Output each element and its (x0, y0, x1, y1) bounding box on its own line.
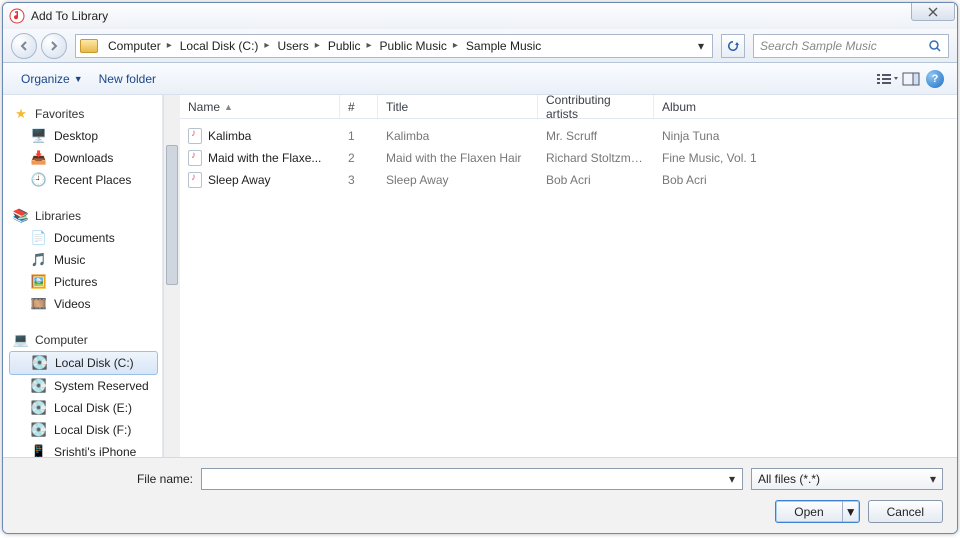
breadcrumb-item[interactable]: Public▸ (324, 39, 376, 53)
sidebar-item-videos[interactable]: 🎞️Videos (9, 293, 162, 315)
new-folder-button[interactable]: New folder (91, 68, 164, 90)
dialog-window: Add To Library Computer▸ Local Disk (C:)… (2, 2, 958, 534)
sidebar-item-local-e[interactable]: 💽Local Disk (E:) (9, 397, 162, 419)
videos-icon: 🎞️ (31, 296, 47, 312)
scrollbar-thumb[interactable] (166, 145, 178, 285)
col-album[interactable]: Album (654, 95, 957, 118)
sidebar-item-iphone[interactable]: 📱Srishti's iPhone (9, 441, 162, 457)
sidebar: ★Favorites 🖥️Desktop 📥Downloads 🕘Recent … (3, 95, 163, 457)
toolbar: Organize▼ New folder ? (3, 63, 957, 95)
libraries-icon: 📚 (13, 208, 29, 224)
sidebar-item-documents[interactable]: 📄Documents (9, 227, 162, 249)
sidebar-item-system-reserved[interactable]: 💽System Reserved (9, 375, 162, 397)
sidebar-item-music[interactable]: 🎵Music (9, 249, 162, 271)
music-file-icon (188, 128, 202, 144)
footer: File name: ▾ All files (*.*)▾ Open▼ Canc… (3, 458, 957, 533)
drive-icon: 💽 (31, 422, 47, 438)
breadcrumb-item[interactable]: Users▸ (273, 39, 323, 53)
documents-icon: 📄 (31, 230, 47, 246)
close-button[interactable] (911, 3, 955, 21)
downloads-icon: 📥 (31, 150, 47, 166)
drive-icon: 💽 (31, 378, 47, 394)
search-input[interactable]: Search Sample Music (753, 34, 949, 58)
help-button[interactable]: ? (923, 68, 947, 90)
col-num[interactable]: # (340, 95, 378, 118)
file-row[interactable]: Maid with the Flaxe... 2Maid with the Fl… (180, 147, 957, 169)
cancel-button[interactable]: Cancel (868, 500, 943, 523)
filename-dropdown[interactable]: ▾ (724, 471, 740, 487)
breadcrumb-item[interactable]: Computer▸ (104, 39, 176, 53)
title-bar: Add To Library (3, 3, 957, 29)
sidebar-group-computer[interactable]: 💻Computer (9, 329, 162, 351)
back-button[interactable] (11, 33, 37, 59)
column-headers: Name▲ # Title Contributing artists Album (180, 95, 957, 119)
folder-icon (80, 39, 98, 53)
recent-places-icon: 🕘 (31, 172, 47, 188)
pictures-icon: 🖼️ (31, 274, 47, 290)
breadcrumb-item[interactable]: Sample Music (462, 39, 545, 53)
forward-button[interactable] (41, 33, 67, 59)
breadcrumb-item[interactable]: Local Disk (C:)▸ (176, 39, 274, 53)
view-menu[interactable] (875, 68, 899, 90)
music-file-icon (188, 172, 202, 188)
music-icon: 🎵 (31, 252, 47, 268)
open-button[interactable]: Open▼ (775, 500, 859, 523)
drive-icon: 💽 (31, 400, 47, 416)
filename-label: File name: (17, 472, 193, 486)
breadcrumb-dropdown[interactable]: ▾ (694, 39, 708, 53)
sidebar-scrollbar[interactable] (163, 95, 180, 457)
file-row[interactable]: Kalimba 1KalimbaMr. ScruffNinja Tuna (180, 125, 957, 147)
preview-pane-button[interactable] (899, 68, 923, 90)
drive-icon: 💽 (32, 355, 48, 371)
desktop-icon: 🖥️ (31, 128, 47, 144)
sidebar-item-downloads[interactable]: 📥Downloads (9, 147, 162, 169)
sidebar-group-libraries[interactable]: 📚Libraries (9, 205, 162, 227)
refresh-button[interactable] (721, 34, 745, 58)
sidebar-item-local-f[interactable]: 💽Local Disk (F:) (9, 419, 162, 441)
search-icon (928, 39, 942, 53)
col-artist[interactable]: Contributing artists (538, 95, 654, 118)
filename-input[interactable]: ▾ (201, 468, 743, 490)
sidebar-item-pictures[interactable]: 🖼️Pictures (9, 271, 162, 293)
filetype-filter[interactable]: All files (*.*)▾ (751, 468, 943, 490)
nav-bar: Computer▸ Local Disk (C:)▸ Users▸ Public… (3, 29, 957, 63)
file-list: Name▲ # Title Contributing artists Album… (180, 95, 957, 457)
window-title: Add To Library (31, 9, 108, 23)
breadcrumb[interactable]: Computer▸ Local Disk (C:)▸ Users▸ Public… (75, 34, 713, 58)
file-row[interactable]: Sleep Away 3Sleep AwayBob AcriBob Acri (180, 169, 957, 191)
sidebar-item-recent[interactable]: 🕘Recent Places (9, 169, 162, 191)
music-file-icon (188, 150, 202, 166)
phone-icon: 📱 (31, 444, 47, 457)
open-dropdown[interactable]: ▼ (843, 505, 859, 519)
breadcrumb-item[interactable]: Public Music▸ (376, 39, 462, 53)
sidebar-item-local-c[interactable]: 💽Local Disk (C:) (9, 351, 158, 375)
app-icon (9, 8, 25, 24)
computer-icon: 💻 (13, 332, 29, 348)
organize-menu[interactable]: Organize▼ (13, 68, 91, 90)
col-name[interactable]: Name▲ (180, 95, 340, 118)
sidebar-item-desktop[interactable]: 🖥️Desktop (9, 125, 162, 147)
col-title[interactable]: Title (378, 95, 538, 118)
search-placeholder: Search Sample Music (760, 39, 877, 53)
star-icon: ★ (13, 106, 29, 122)
body: ★Favorites 🖥️Desktop 📥Downloads 🕘Recent … (3, 95, 957, 458)
sidebar-group-favorites[interactable]: ★Favorites (9, 103, 162, 125)
